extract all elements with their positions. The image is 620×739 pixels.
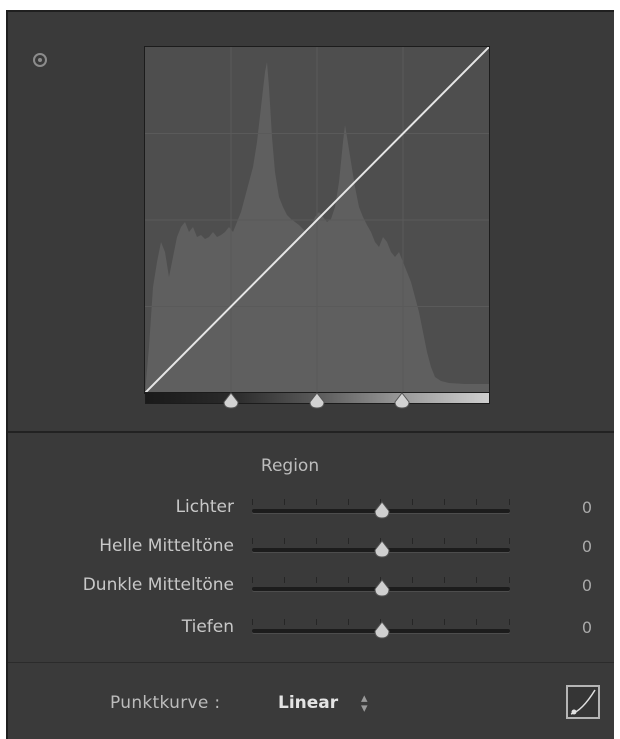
slider-label: Lichter — [175, 497, 234, 517]
up-down-arrows-icon[interactable]: ▴ ▾ — [361, 692, 368, 715]
target-adjustment-icon[interactable] — [33, 53, 47, 67]
point-curve-edit-icon — [570, 689, 596, 715]
slider-row-tiefen: Tiefen 0 — [0, 617, 620, 643]
slider-thumb[interactable] — [372, 539, 392, 559]
tone-curve-svg — [145, 47, 489, 393]
tone-curve-graph[interactable] — [145, 47, 489, 393]
section-divider-bottom — [8, 662, 614, 663]
panel-top-border — [6, 10, 614, 12]
region-title: Region — [260, 456, 320, 476]
slider-label: Tiefen — [181, 617, 234, 637]
slider-thumb[interactable] — [372, 620, 392, 640]
point-curve-select[interactable]: Linear — [278, 693, 338, 713]
section-divider — [8, 431, 614, 433]
point-curve-edit-button[interactable] — [566, 685, 600, 719]
slider-thumb[interactable] — [372, 500, 392, 520]
point-curve-label: Punktkurve : — [110, 693, 221, 713]
slider-row-helle-mitteltoene: Helle Mitteltöne 0 — [0, 536, 620, 562]
slider-label: Dunkle Mitteltöne — [82, 575, 234, 595]
split-handle-highlights[interactable] — [392, 392, 412, 410]
split-handle-midtones[interactable] — [307, 392, 327, 410]
slider-value[interactable]: 0 — [572, 498, 602, 517]
slider-label: Helle Mitteltöne — [99, 536, 234, 556]
slider-value[interactable]: 0 — [572, 537, 602, 556]
slider-row-lichter: Lichter 0 — [0, 497, 620, 523]
slider-thumb[interactable] — [372, 578, 392, 598]
split-handle-shadows[interactable] — [221, 392, 241, 410]
slider-value[interactable]: 0 — [572, 576, 602, 595]
slider-value[interactable]: 0 — [572, 618, 602, 637]
slider-row-dunkle-mitteltoene: Dunkle Mitteltöne 0 — [0, 575, 620, 601]
